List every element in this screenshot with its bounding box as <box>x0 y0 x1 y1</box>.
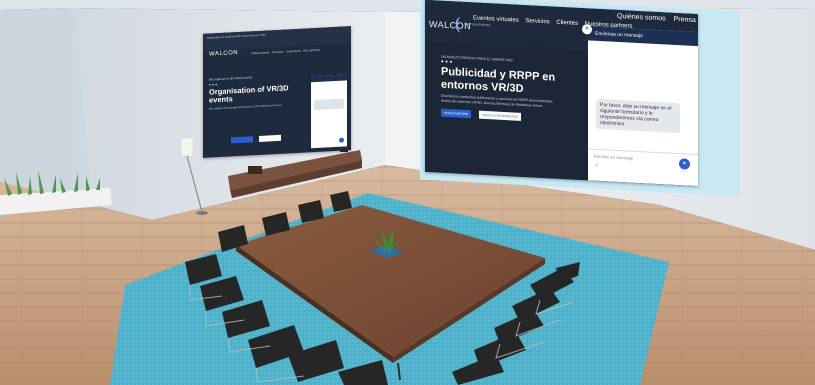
left-wall-screen[interactable]: Organisation of virtual and 3D events fr… <box>203 26 351 158</box>
left-screen-secondary-button[interactable] <box>259 134 281 142</box>
nav-link-clientes[interactable]: Clientes <box>556 20 578 27</box>
chat-message-input[interactable]: Escribe su mensaje <box>594 154 633 161</box>
nav-link-prensa[interactable]: Prensa <box>674 16 696 24</box>
send-icon[interactable]: ➤ <box>679 158 690 170</box>
left-screen-chat-header <box>311 74 347 83</box>
left-screen-chat-bubble <box>314 98 344 111</box>
left-screen-logo[interactable]: WALCON <box>209 50 238 58</box>
hazte-partner-button[interactable]: HAZTE PARTNER <box>441 108 471 119</box>
right-wall-screen[interactable]: WALCON VIRTUAL EVENTS Eventos virtuales … <box>425 0 698 187</box>
left-screen-primary-button[interactable] <box>231 136 253 144</box>
emoji-icon[interactable]: ☺ <box>594 162 599 168</box>
chat-input-row: Escribe su mensaje ☺ ➤ <box>588 148 698 177</box>
logo-mark-icon <box>456 16 464 33</box>
nav-link-servicios[interactable]: Servicios <box>525 18 549 25</box>
solicita-informacion-button[interactable]: SOLICITA INFORMACIÓN <box>479 110 521 121</box>
left-screen-hero: We organise in 3D virtual events • • • O… <box>209 73 303 110</box>
chat-message: Por favor, deje su mensaje en el siguien… <box>596 98 680 134</box>
virtual-room-scene: Organisation of virtual and 3D events fr… <box>0 0 815 385</box>
left-screen-send-icon[interactable] <box>339 137 344 143</box>
close-icon[interactable]: × <box>582 24 592 35</box>
left-screen-nav-links[interactable]: Virtual events · Services · Customers · … <box>251 48 320 56</box>
left-screen-hero-title: Organisation of VR/3D events <box>209 83 289 105</box>
left-screen-chat-widget[interactable] <box>311 74 347 149</box>
right-screen-chat-widget[interactable]: × Envíenos un mensaje Por favor, deje su… <box>582 24 698 187</box>
